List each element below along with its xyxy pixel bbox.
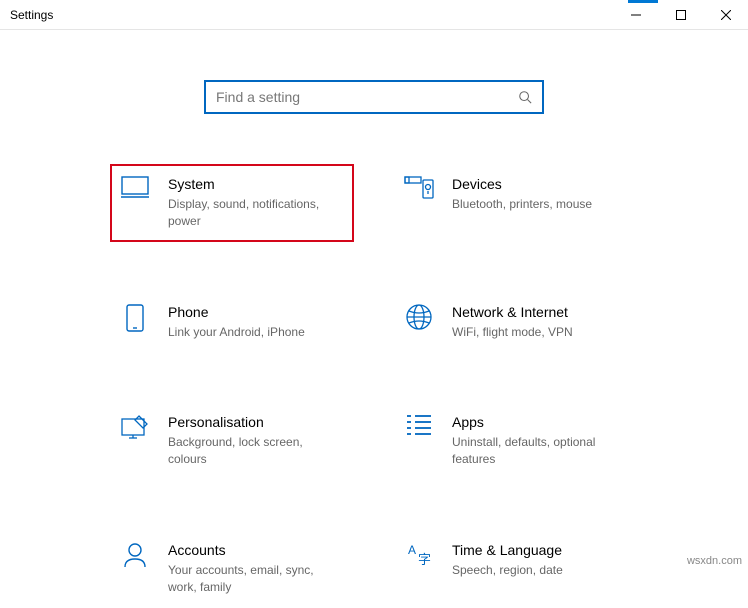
time-language-icon: A字 <box>404 542 434 572</box>
network-icon <box>404 304 434 334</box>
search-box[interactable] <box>204 80 544 114</box>
tile-phone[interactable]: Phone Link your Android, iPhone <box>110 292 354 353</box>
tile-desc: Your accounts, email, sync, work, family <box>168 562 344 596</box>
search-input[interactable] <box>216 89 518 105</box>
tile-title: Phone <box>168 304 344 320</box>
tile-desc: Speech, region, date <box>452 562 628 579</box>
accent-strip <box>628 0 658 3</box>
minimize-icon <box>631 10 641 20</box>
system-icon <box>120 176 150 206</box>
tile-system[interactable]: System Display, sound, notifications, po… <box>110 164 354 242</box>
minimize-button[interactable] <box>613 0 658 30</box>
tile-title: Accounts <box>168 542 344 558</box>
tile-title: Time & Language <box>452 542 628 558</box>
personalisation-icon <box>120 414 150 444</box>
svg-text:字: 字 <box>418 552 431 567</box>
tile-desc: WiFi, flight mode, VPN <box>452 324 628 341</box>
titlebar: Settings <box>0 0 748 30</box>
tile-desc: Background, lock screen, colours <box>168 434 344 468</box>
window-title: Settings <box>10 8 53 22</box>
tile-apps[interactable]: Apps Uninstall, defaults, optional featu… <box>394 402 638 480</box>
devices-icon <box>404 176 434 206</box>
apps-icon <box>404 414 434 444</box>
close-button[interactable] <box>703 0 748 30</box>
close-icon <box>721 10 731 20</box>
search-icon <box>518 90 532 104</box>
svg-text:A: A <box>408 543 416 557</box>
maximize-icon <box>676 10 686 20</box>
maximize-button[interactable] <box>658 0 703 30</box>
tile-devices[interactable]: Devices Bluetooth, printers, mouse <box>394 164 638 242</box>
tile-time-language[interactable]: A字 Time & Language Speech, region, date <box>394 530 638 608</box>
watermark: wsxdn.com <box>687 555 742 567</box>
tile-desc: Uninstall, defaults, optional features <box>452 434 628 468</box>
tile-desc: Display, sound, notifications, power <box>168 196 344 230</box>
tile-title: Personalisation <box>168 414 344 430</box>
tile-network[interactable]: Network & Internet WiFi, flight mode, VP… <box>394 292 638 353</box>
tile-title: System <box>168 176 344 192</box>
tile-title: Devices <box>452 176 628 192</box>
accounts-icon <box>120 542 150 572</box>
phone-icon <box>120 304 150 334</box>
tile-desc: Link your Android, iPhone <box>168 324 344 341</box>
tile-desc: Bluetooth, printers, mouse <box>452 196 628 213</box>
tile-title: Network & Internet <box>452 304 628 320</box>
window-controls <box>613 0 748 30</box>
tile-accounts[interactable]: Accounts Your accounts, email, sync, wor… <box>110 530 354 608</box>
tile-title: Apps <box>452 414 628 430</box>
tile-personalisation[interactable]: Personalisation Background, lock screen,… <box>110 402 354 480</box>
